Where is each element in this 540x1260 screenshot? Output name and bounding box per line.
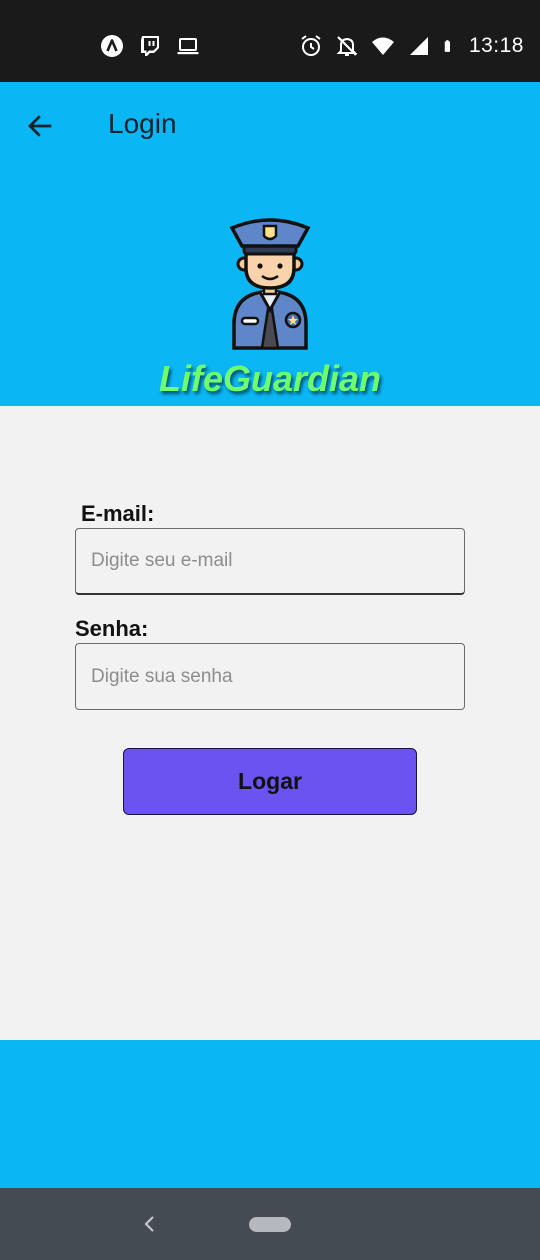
page-title: Login [108, 108, 177, 139]
signal-icon [409, 37, 428, 55]
home-pill-icon[interactable] [249, 1217, 291, 1232]
chevron-left-icon [144, 1216, 154, 1232]
notifications-off-icon [336, 36, 358, 56]
status-bar-right-icons: 13:18 [299, 34, 524, 58]
brand-name: LifeGuardian [158, 358, 382, 399]
password-input[interactable] [75, 643, 465, 710]
email-label: E-mail: [81, 501, 155, 526]
status-bar: 13:18 [0, 0, 540, 82]
battery-icon [444, 40, 450, 52]
login-button[interactable]: Logar [123, 748, 417, 815]
password-label: Senha: [75, 616, 149, 641]
arrow-left-icon [28, 115, 52, 137]
laptop-icon [177, 38, 199, 55]
back-button[interactable] [20, 106, 60, 146]
wifi-icon [371, 37, 394, 55]
nav-back-button[interactable] [138, 1210, 162, 1238]
app-a-icon [101, 35, 123, 57]
login-form: E-mail: Senha: Logar [0, 406, 540, 1040]
header-banner: LifeGuardian [0, 166, 540, 406]
status-bar-left-icons [100, 34, 200, 58]
police-officer-icon [229, 218, 311, 350]
app-bar: Login [0, 82, 540, 166]
alarm-icon [301, 35, 321, 56]
status-time: 13:18 [468, 34, 524, 57]
footer-band [0, 1040, 540, 1188]
twitch-icon [141, 36, 159, 56]
system-nav-bar [0, 1188, 540, 1260]
email-input[interactable] [75, 528, 465, 595]
